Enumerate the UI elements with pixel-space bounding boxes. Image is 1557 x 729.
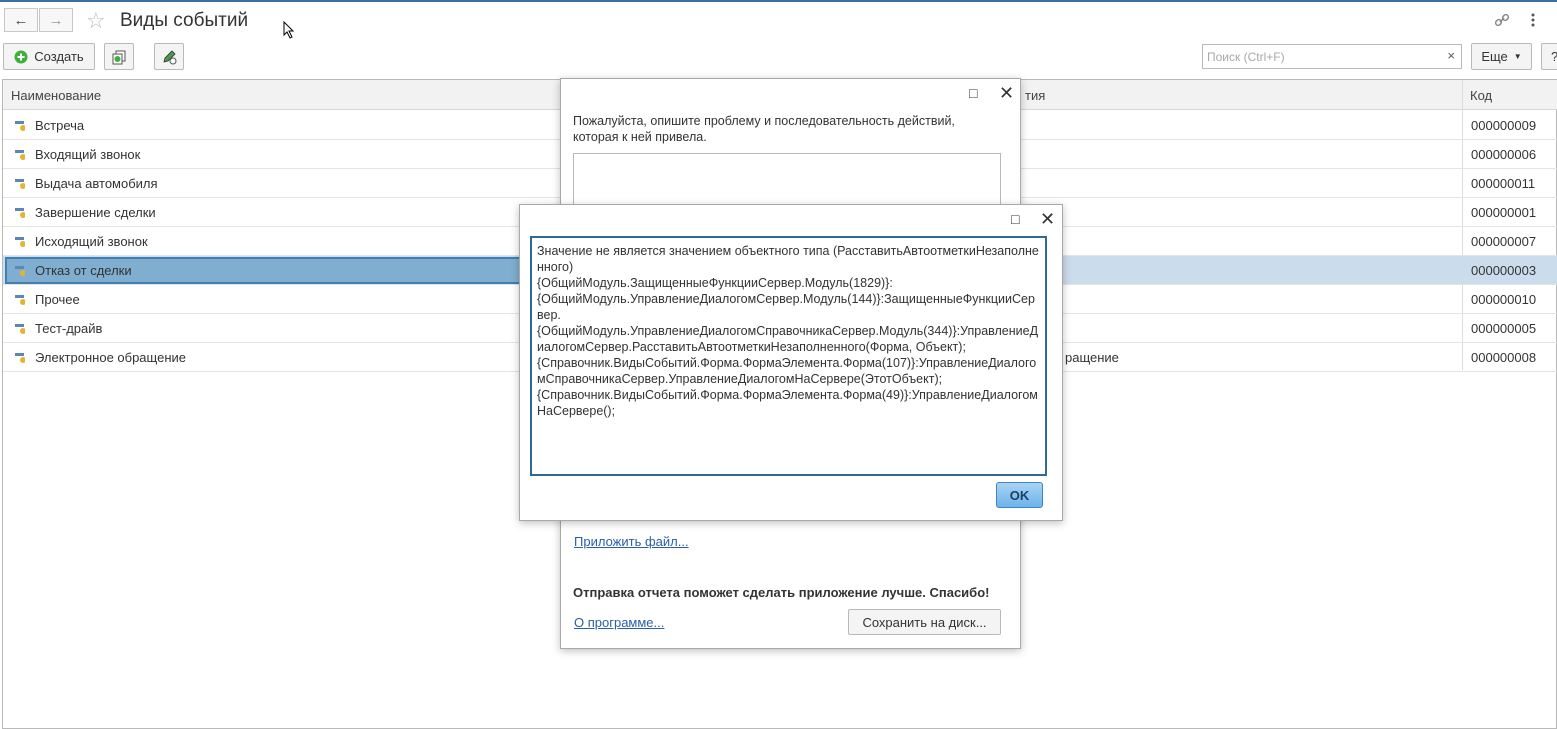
- catalog-item-icon: [15, 237, 25, 247]
- about-link[interactable]: О программе...: [574, 615, 664, 630]
- link-icon[interactable]: [1494, 12, 1510, 28]
- error-message-dialog: □ ✕ Значение не является значением объек…: [519, 204, 1063, 521]
- catalog-item-icon: [15, 295, 25, 305]
- catalog-item-icon: [15, 324, 25, 334]
- help-button[interactable]: ?: [1541, 43, 1557, 70]
- page-title: Виды событий: [120, 10, 249, 31]
- copy-button[interactable]: [104, 43, 134, 70]
- row-name: Прочее: [35, 292, 80, 307]
- back-button[interactable]: ←: [4, 8, 38, 32]
- favorite-star-icon[interactable]: ☆: [86, 8, 106, 34]
- row-name: Тест-драйв: [35, 321, 103, 336]
- attach-file-link[interactable]: Приложить файл...: [574, 534, 689, 549]
- row-name: Завершение сделки: [35, 205, 156, 220]
- row-event-text: ращение: [1065, 350, 1119, 365]
- row-name: Выдача автомобиля: [35, 176, 158, 191]
- arrow-left-icon: ←: [13, 11, 29, 29]
- catalog-item-icon: [15, 179, 25, 189]
- catalog-item-icon: [15, 150, 25, 160]
- help-button-label: ?: [1551, 49, 1557, 64]
- row-name: Входящий звонок: [35, 147, 141, 162]
- search-input[interactable]: Поиск (Ctrl+F) ×: [1202, 44, 1462, 69]
- catalog-item-icon: [15, 353, 25, 363]
- row-code: 000000007: [1471, 234, 1537, 249]
- catalog-item-icon: [15, 266, 25, 276]
- row-code: 000000005: [1471, 321, 1537, 336]
- create-button[interactable]: Создать: [3, 43, 95, 70]
- thanks-message: Отправка отчета поможет сделать приложен…: [573, 585, 990, 600]
- close-icon[interactable]: ✕: [999, 83, 1014, 104]
- row-code: 000000003: [1471, 263, 1537, 278]
- catalog-item-icon: [15, 121, 25, 131]
- row-code: 000000001: [1471, 205, 1537, 220]
- row-name: Встреча: [35, 118, 85, 133]
- plus-circle-icon: [14, 50, 28, 63]
- row-name: Исходящий звонок: [35, 234, 148, 249]
- more-vertical-icon[interactable]: [1529, 12, 1537, 28]
- top-accent-line: [0, 0, 1557, 2]
- row-code: 000000010: [1471, 292, 1537, 307]
- mouse-cursor-icon: [283, 21, 295, 39]
- close-icon[interactable]: ✕: [1040, 209, 1055, 230]
- column-header-name[interactable]: Наименование: [11, 88, 101, 103]
- row-code: 000000009: [1471, 118, 1537, 133]
- column-header-code[interactable]: Код: [1470, 88, 1492, 103]
- error-text-area[interactable]: Значение не является значением объектног…: [530, 236, 1047, 476]
- save-to-disk-button[interactable]: Сохранить на диск...: [848, 609, 1001, 635]
- maximize-icon[interactable]: □: [969, 85, 977, 101]
- report-prompt: Пожалуйста, опишите проблему и последова…: [573, 114, 955, 144]
- more-button-label: Еще: [1481, 49, 1508, 64]
- clear-search-icon[interactable]: ×: [1447, 48, 1455, 63]
- ok-button-label: OK: [1009, 487, 1030, 503]
- row-code: 000000006: [1471, 147, 1537, 162]
- dropdown-arrow-icon: ▼: [1513, 52, 1522, 61]
- column-header-event[interactable]: тия: [1025, 88, 1045, 103]
- maximize-icon[interactable]: □: [1011, 211, 1019, 227]
- forward-button[interactable]: →: [39, 8, 73, 32]
- search-placeholder: Поиск (Ctrl+F): [1207, 50, 1285, 64]
- row-code: 000000008: [1471, 350, 1537, 365]
- arrow-right-icon: →: [48, 11, 64, 29]
- row-name: Отказ от сделки: [35, 263, 132, 278]
- copy-icon: [112, 50, 126, 64]
- ok-button[interactable]: OK: [996, 482, 1043, 508]
- create-button-label: Создать: [34, 49, 84, 64]
- row-name: Электронное обращение: [35, 350, 186, 365]
- catalog-item-icon: [15, 208, 25, 218]
- row-code: 000000011: [1471, 176, 1536, 191]
- edit-button[interactable]: [154, 43, 184, 70]
- save-to-disk-label: Сохранить на диск...: [862, 614, 987, 630]
- edit-pencil-icon: [163, 49, 177, 64]
- more-button[interactable]: Еще ▼: [1471, 43, 1532, 70]
